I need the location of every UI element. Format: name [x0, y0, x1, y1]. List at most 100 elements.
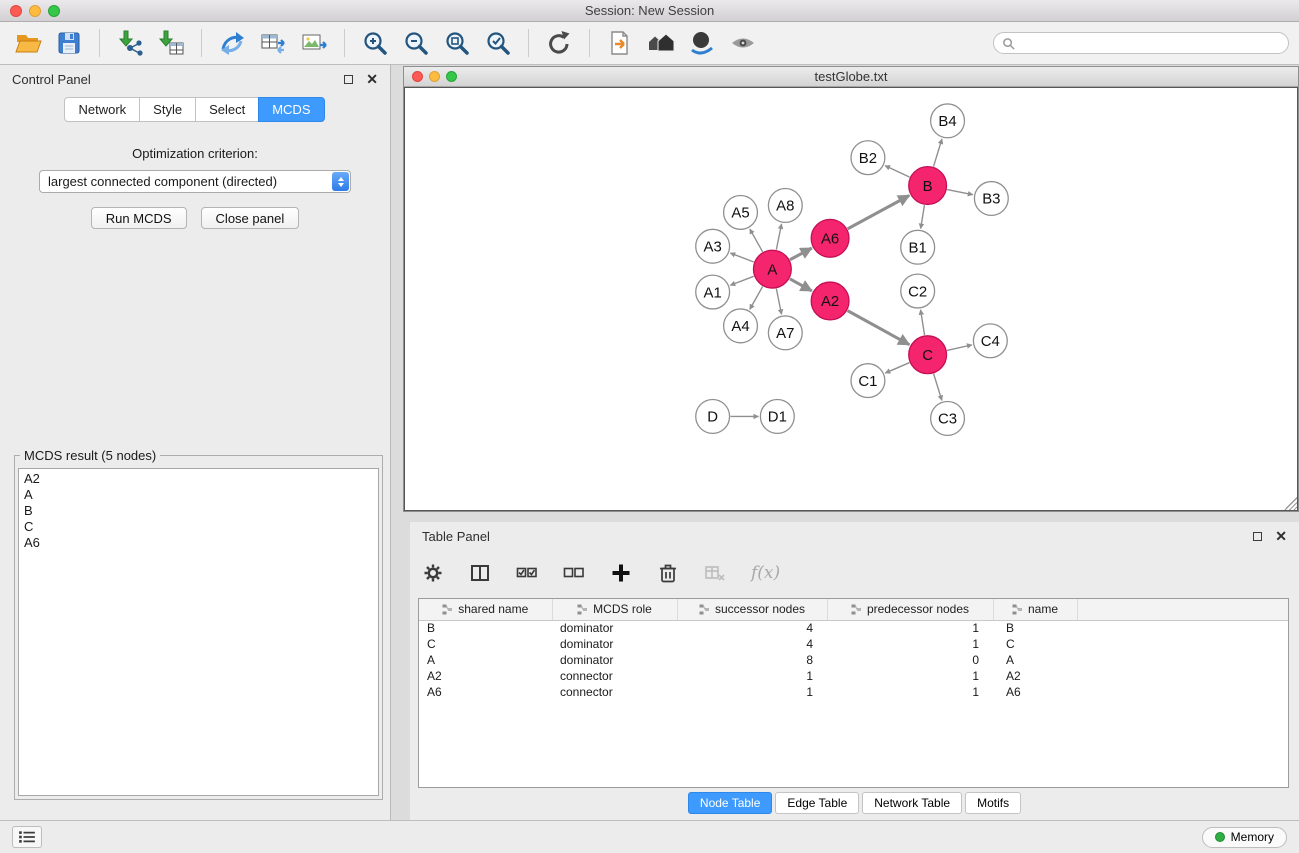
- edge-B-B3[interactable]: [947, 190, 973, 195]
- edge-C-C3[interactable]: [934, 374, 942, 401]
- edge-A-A8[interactable]: [776, 224, 781, 250]
- close-panel-button[interactable]: Close panel: [201, 207, 300, 229]
- table-row[interactable]: Cdominator41C: [419, 636, 1288, 652]
- network-tools-button[interactable]: [214, 25, 250, 61]
- float-panel-icon[interactable]: [344, 75, 353, 84]
- table-settings-button[interactable]: [422, 562, 444, 584]
- network-window-titlebar[interactable]: testGlobe.txt: [404, 67, 1298, 87]
- function-builder-button[interactable]: f(x): [751, 563, 780, 583]
- node-C3[interactable]: C3: [931, 402, 965, 436]
- float-table-panel-icon[interactable]: [1253, 532, 1262, 541]
- node-B[interactable]: B: [909, 167, 947, 205]
- node-B2[interactable]: B2: [851, 141, 885, 175]
- close-window-button[interactable]: [10, 5, 22, 17]
- table-row[interactable]: Bdominator41B: [419, 620, 1288, 636]
- table-cell[interactable]: 1: [827, 620, 993, 636]
- table-cell[interactable]: A: [993, 652, 1077, 668]
- table-cell[interactable]: dominator: [552, 620, 677, 636]
- close-table-panel-icon[interactable]: ✕: [1275, 529, 1287, 543]
- mcds-result-list[interactable]: A2ABCA6: [18, 468, 379, 796]
- table-cell[interactable]: 1: [827, 668, 993, 684]
- table-row[interactable]: A2connector11A2: [419, 668, 1288, 684]
- edge-A2-C[interactable]: [848, 311, 910, 345]
- table-cell[interactable]: connector: [552, 684, 677, 700]
- table-cell[interactable]: 0: [827, 652, 993, 668]
- close-network-window-button[interactable]: [412, 71, 423, 82]
- minimize-network-window-button[interactable]: [429, 71, 440, 82]
- table-cell[interactable]: dominator: [552, 636, 677, 652]
- node-C4[interactable]: C4: [973, 324, 1007, 358]
- table-cell[interactable]: B: [419, 620, 552, 636]
- result-list-item[interactable]: C: [19, 519, 378, 535]
- column-header[interactable]: successor nodes: [677, 599, 827, 620]
- add-column-button[interactable]: [610, 562, 632, 584]
- tab-edge-table[interactable]: Edge Table: [775, 792, 859, 814]
- apply-style-button[interactable]: [684, 25, 720, 61]
- table-cell[interactable]: C: [419, 636, 552, 652]
- table-cell[interactable]: A2: [419, 668, 552, 684]
- result-list-item[interactable]: A6: [19, 535, 378, 551]
- minimize-window-button[interactable]: [29, 5, 41, 17]
- node-B4[interactable]: B4: [931, 104, 965, 138]
- zoom-window-button[interactable]: [48, 5, 60, 17]
- first-network-view-button[interactable]: [602, 25, 638, 61]
- node-A2[interactable]: A2: [811, 282, 849, 320]
- table-cell[interactable]: 1: [827, 684, 993, 700]
- show-columns-button[interactable]: [469, 562, 491, 584]
- edge-C-C4[interactable]: [947, 345, 972, 351]
- table-cell[interactable]: 1: [677, 668, 827, 684]
- edge-B-B2[interactable]: [885, 166, 910, 177]
- edge-A-A5[interactable]: [750, 229, 763, 252]
- close-panel-icon[interactable]: ✕: [366, 72, 378, 86]
- refresh-button[interactable]: [541, 25, 577, 61]
- edge-A-A1[interactable]: [730, 276, 753, 285]
- node-A4[interactable]: A4: [724, 309, 758, 343]
- node-A7[interactable]: A7: [768, 316, 802, 350]
- node-B3[interactable]: B3: [974, 182, 1008, 216]
- node-A[interactable]: A: [753, 250, 791, 288]
- import-table-from-file-button[interactable]: [153, 25, 189, 61]
- select-all-button[interactable]: [516, 562, 538, 584]
- delete-column-button[interactable]: [657, 562, 679, 584]
- zoom-fit-button[interactable]: [439, 25, 475, 61]
- show-hide-button[interactable]: [725, 25, 761, 61]
- edge-B-B4[interactable]: [934, 139, 942, 167]
- table-cell[interactable]: 8: [677, 652, 827, 668]
- tab-motifs[interactable]: Motifs: [965, 792, 1021, 814]
- column-header[interactable]: shared name: [419, 599, 552, 620]
- edge-A-A7[interactable]: [776, 289, 781, 315]
- table-row[interactable]: A6connector11A6: [419, 684, 1288, 700]
- run-mcds-button[interactable]: Run MCDS: [91, 207, 187, 229]
- network-canvas[interactable]: B4B2BB3A8A5A6A3B1AA1C2A2A4A7C4CC1C3DD1: [404, 87, 1298, 511]
- node-D1[interactable]: D1: [760, 400, 794, 434]
- edge-A-A2[interactable]: [790, 279, 812, 291]
- export-image-button[interactable]: [296, 25, 332, 61]
- column-header[interactable]: name: [993, 599, 1077, 620]
- table-cell[interactable]: connector: [552, 668, 677, 684]
- table-cell[interactable]: dominator: [552, 652, 677, 668]
- panel-menu-button[interactable]: [12, 826, 42, 848]
- table-cell[interactable]: C: [993, 636, 1077, 652]
- search-field[interactable]: [993, 32, 1289, 54]
- table-row[interactable]: Adominator80A: [419, 652, 1288, 668]
- tab-network[interactable]: Network: [64, 97, 140, 122]
- node-C1[interactable]: C1: [851, 364, 885, 398]
- table-cell[interactable]: A: [419, 652, 552, 668]
- table-cell[interactable]: 4: [677, 620, 827, 636]
- table-tools-button[interactable]: [255, 25, 291, 61]
- table-cell[interactable]: A6: [419, 684, 552, 700]
- open-file-button[interactable]: [10, 25, 46, 61]
- node-A5[interactable]: A5: [724, 195, 758, 229]
- node-C2[interactable]: C2: [901, 274, 935, 308]
- save-session-button[interactable]: [51, 25, 87, 61]
- import-network-from-file-button[interactable]: [112, 25, 148, 61]
- node-A1[interactable]: A1: [696, 275, 730, 309]
- tab-mcds[interactable]: MCDS: [258, 97, 324, 122]
- delete-table-button[interactable]: [704, 562, 726, 584]
- edge-A-A4[interactable]: [750, 286, 763, 309]
- table-cell[interactable]: A6: [993, 684, 1077, 700]
- result-list-item[interactable]: B: [19, 503, 378, 519]
- node-D[interactable]: D: [696, 400, 730, 434]
- result-list-item[interactable]: A: [19, 487, 378, 503]
- deselect-all-button[interactable]: [563, 562, 585, 584]
